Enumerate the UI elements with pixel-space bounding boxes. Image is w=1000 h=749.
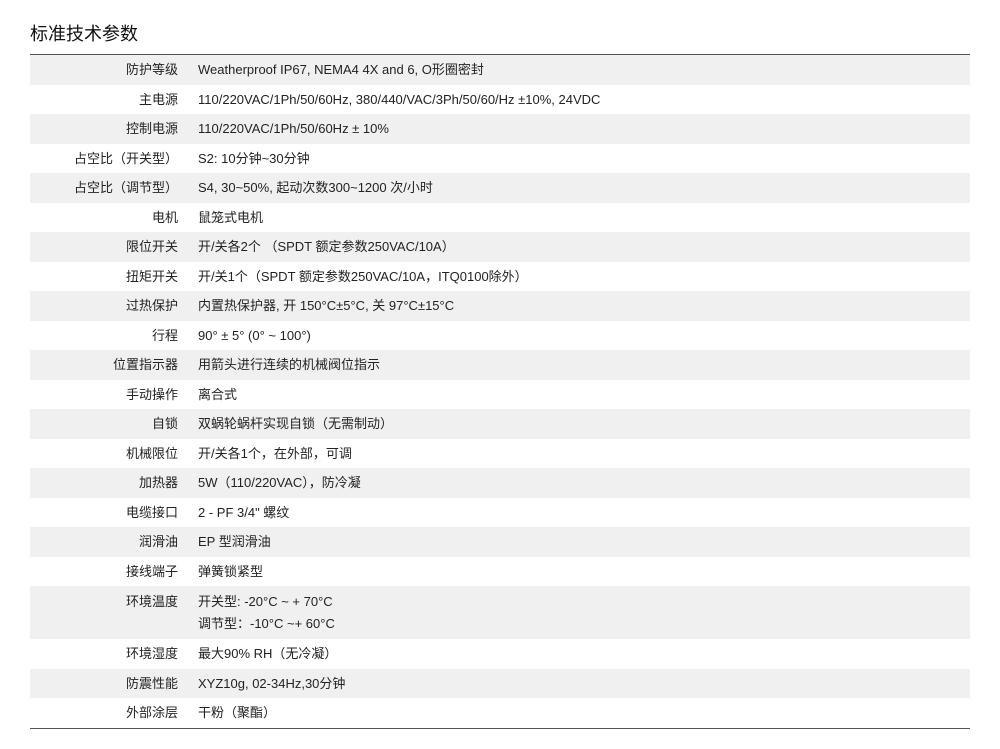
row-label: 润滑油 (30, 527, 190, 557)
row-label: 行程 (30, 321, 190, 351)
table-row: 防震性能XYZ10g, 02-34Hz,30分钟 (30, 669, 970, 699)
row-value: 开/关1个（SPDT 额定参数250VAC/10A，ITQ0100除外） (190, 262, 970, 292)
row-label: 位置指示器 (30, 350, 190, 380)
row-label: 电机 (30, 203, 190, 233)
row-label: 环境湿度 (30, 639, 190, 669)
table-row: 手动操作离合式 (30, 380, 970, 410)
row-value: 开关型: -20°C ~ + 70°C调节型：-10°C ~+ 60°C (190, 586, 970, 639)
table-row: 环境湿度最大90% RH（无冷凝） (30, 639, 970, 669)
row-label: 加热器 (30, 468, 190, 498)
table-row: 润滑油EP 型润滑油 (30, 527, 970, 557)
table-row: 外部涂层干粉（聚酯） (30, 698, 970, 728)
table-row: 位置指示器用箭头进行连续的机械阀位指示 (30, 350, 970, 380)
row-label: 环境温度 (30, 586, 190, 639)
table-row: 接线端子弹簧锁紧型 (30, 557, 970, 587)
table-row: 自锁双蜗轮蜗杆实现自锁（无需制动） (30, 409, 970, 439)
row-value: 内置热保护器, 开 150°C±5°C, 关 97°C±15°C (190, 291, 970, 321)
row-label: 机械限位 (30, 439, 190, 469)
page-title: 标准技术参数 (30, 20, 970, 46)
row-value: 鼠笼式电机 (190, 203, 970, 233)
table-row: 防护等级Weatherproof IP67, NEMA4 4X and 6, O… (30, 55, 970, 85)
table-row: 占空比（开关型）S2: 10分钟~30分钟 (30, 144, 970, 174)
specs-table: 防护等级Weatherproof IP67, NEMA4 4X and 6, O… (30, 55, 970, 728)
bottom-divider (30, 728, 970, 729)
row-value: 离合式 (190, 380, 970, 410)
row-label: 限位开关 (30, 232, 190, 262)
row-value: Weatherproof IP67, NEMA4 4X and 6, O形圈密封 (190, 55, 970, 85)
row-value: XYZ10g, 02-34Hz,30分钟 (190, 669, 970, 699)
table-row: 扭矩开关开/关1个（SPDT 额定参数250VAC/10A，ITQ0100除外） (30, 262, 970, 292)
row-label: 自锁 (30, 409, 190, 439)
row-label: 接线端子 (30, 557, 190, 587)
row-value: 双蜗轮蜗杆实现自锁（无需制动） (190, 409, 970, 439)
row-value: 5W（110/220VAC），防冷凝 (190, 468, 970, 498)
row-label: 主电源 (30, 85, 190, 115)
table-row: 控制电源110/220VAC/1Ph/50/60Hz ± 10% (30, 114, 970, 144)
table-row: 机械限位开/关各1个，在外部，可调 (30, 439, 970, 469)
row-value: 最大90% RH（无冷凝） (190, 639, 970, 669)
table-row: 主电源110/220VAC/1Ph/50/60Hz, 380/440/VAC/3… (30, 85, 970, 115)
row-label: 占空比（开关型） (30, 144, 190, 174)
row-label: 占空比（调节型） (30, 173, 190, 203)
row-value: EP 型润滑油 (190, 527, 970, 557)
row-label: 过热保护 (30, 291, 190, 321)
row-value: 干粉（聚酯） (190, 698, 970, 728)
table-row: 行程90° ± 5° (0° ~ 100°) (30, 321, 970, 351)
row-label: 防护等级 (30, 55, 190, 85)
table-row: 加热器5W（110/220VAC），防冷凝 (30, 468, 970, 498)
row-label: 防震性能 (30, 669, 190, 699)
row-value: 开/关各2个 （SPDT 额定参数250VAC/10A） (190, 232, 970, 262)
row-label: 控制电源 (30, 114, 190, 144)
row-label: 扭矩开关 (30, 262, 190, 292)
row-value: 110/220VAC/1Ph/50/60Hz, 380/440/VAC/3Ph/… (190, 85, 970, 115)
row-value: 2 - PF 3/4" 螺纹 (190, 498, 970, 528)
row-label: 外部涂层 (30, 698, 190, 728)
row-value: 用箭头进行连续的机械阀位指示 (190, 350, 970, 380)
row-value: 90° ± 5° (0° ~ 100°) (190, 321, 970, 351)
row-label: 电缆接口 (30, 498, 190, 528)
row-value: 110/220VAC/1Ph/50/60Hz ± 10% (190, 114, 970, 144)
table-row: 占空比（调节型）S4, 30~50%, 起动次数300~1200 次/小时 (30, 173, 970, 203)
row-value: S2: 10分钟~30分钟 (190, 144, 970, 174)
table-row: 环境温度开关型: -20°C ~ + 70°C调节型：-10°C ~+ 60°C (30, 586, 970, 639)
row-value: S4, 30~50%, 起动次数300~1200 次/小时 (190, 173, 970, 203)
table-row: 电缆接口2 - PF 3/4" 螺纹 (30, 498, 970, 528)
table-row: 电机鼠笼式电机 (30, 203, 970, 233)
row-value: 开/关各1个，在外部，可调 (190, 439, 970, 469)
row-value: 弹簧锁紧型 (190, 557, 970, 587)
table-row: 过热保护内置热保护器, 开 150°C±5°C, 关 97°C±15°C (30, 291, 970, 321)
table-row: 限位开关开/关各2个 （SPDT 额定参数250VAC/10A） (30, 232, 970, 262)
row-label: 手动操作 (30, 380, 190, 410)
